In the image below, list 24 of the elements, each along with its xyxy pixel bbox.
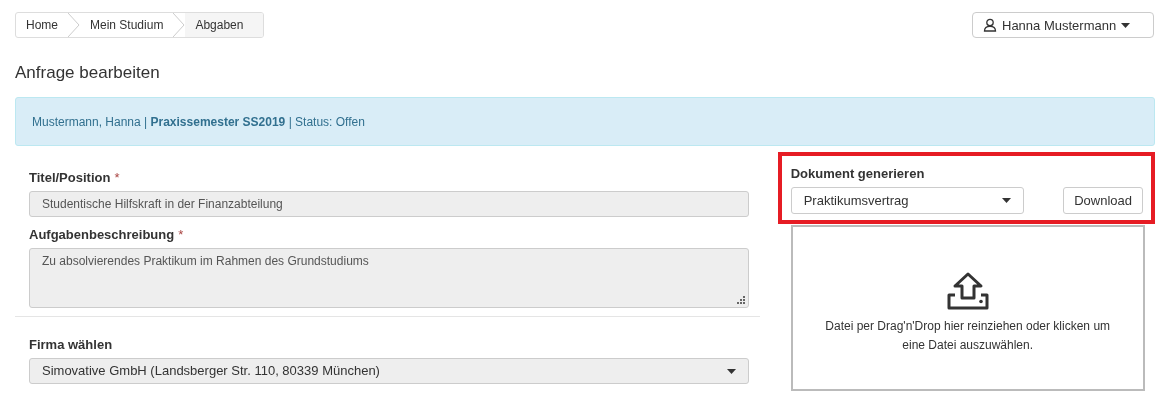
caret-icon xyxy=(1001,198,1011,203)
download-button[interactable]: Download xyxy=(1063,187,1143,214)
info-text: Mustermann, Hanna | Praxissemester SS2019 | Status: Offen xyxy=(32,115,365,129)
chevron-separator-icon xyxy=(68,13,80,37)
upload-drop-zone[interactable]: Datei per Drag'n'Drop hier reinziehen oder klicken um eine Datei auszuwählen. xyxy=(790,225,1145,391)
field-label: Aufgabenbeschreibung xyxy=(29,227,175,242)
upload-instructions: Datei per Drag'n'Drop hier reinziehen oder klicken um eine Datei auszuwählen. xyxy=(824,318,1112,354)
caret-icon xyxy=(727,368,736,374)
template-select[interactable]: Praktikumsvertrag xyxy=(790,187,1024,214)
section-title: Dokument generieren xyxy=(790,166,926,181)
breadcrumb-link[interactable]: Mein Studium xyxy=(80,13,174,37)
field-label: Firma wählen xyxy=(29,337,113,352)
breadcrumb-link[interactable]: Home xyxy=(16,13,68,37)
field-label: Titel/Position xyxy=(29,170,111,185)
caret-icon xyxy=(1121,22,1131,28)
chevron-separator-icon xyxy=(173,13,186,37)
breadcrumb-link[interactable]: Abgaben xyxy=(185,13,264,37)
upload-icon xyxy=(945,271,990,312)
user-menu-button[interactable]: Hanna Mustermann xyxy=(972,12,1154,38)
page-title: Anfrage bearbeiten xyxy=(15,63,161,83)
required-mark: * xyxy=(114,170,120,185)
required-mark: * xyxy=(178,227,184,242)
resize-grip-icon xyxy=(737,296,745,304)
user-icon xyxy=(983,18,997,32)
